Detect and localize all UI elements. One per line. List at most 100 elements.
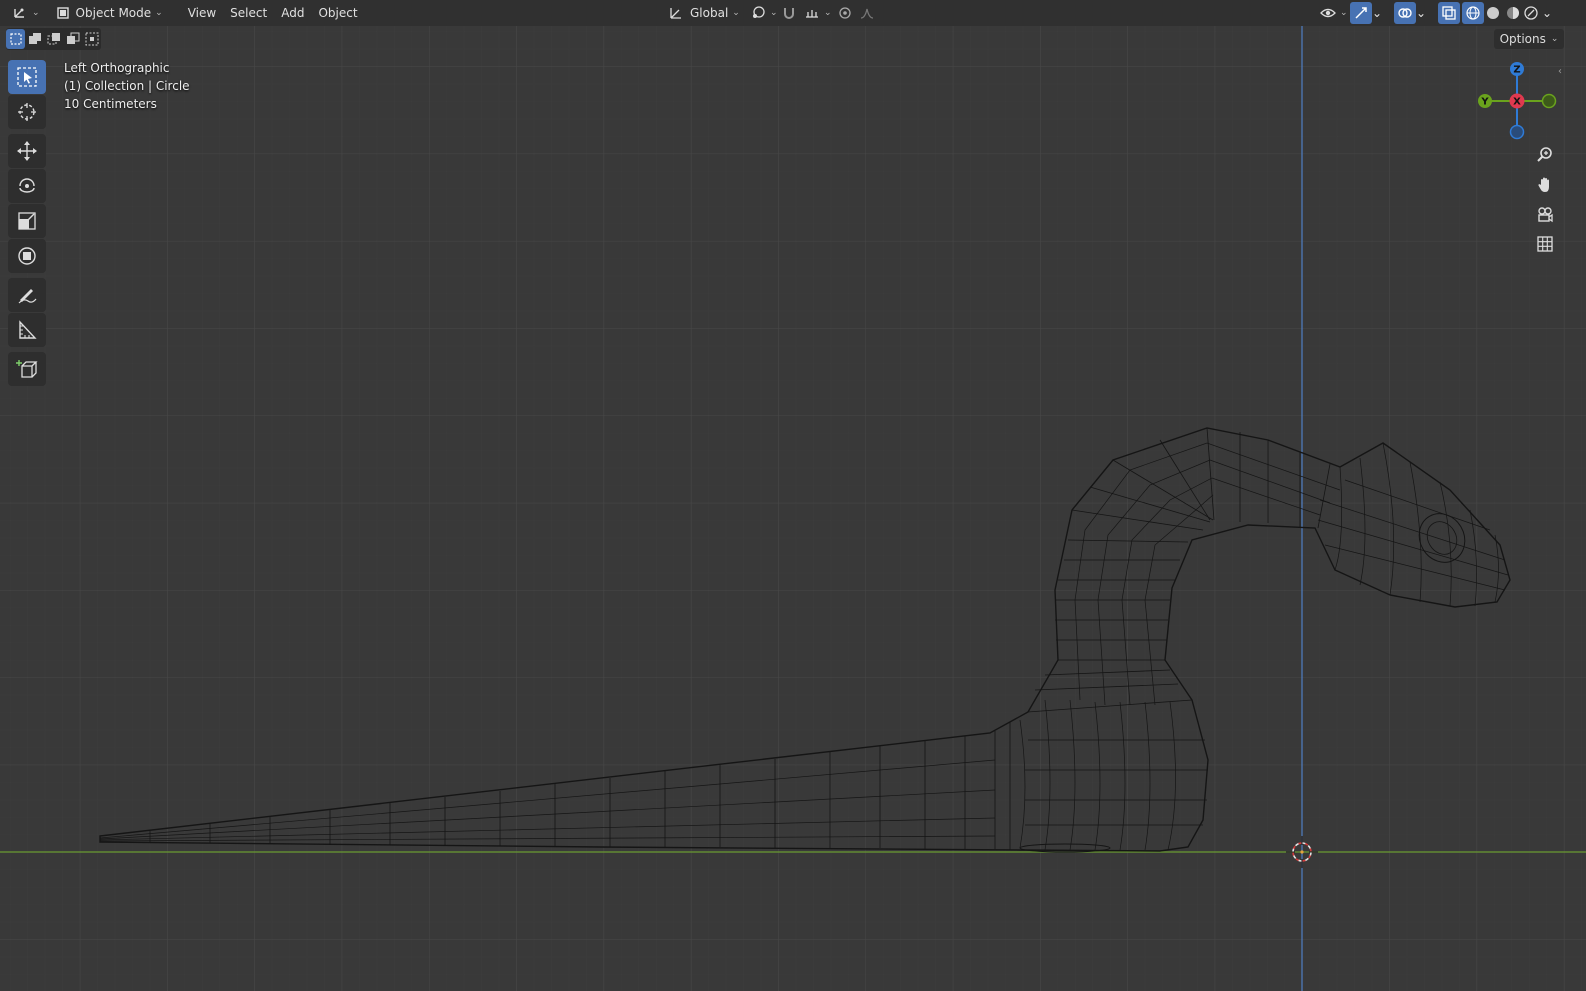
select-subtract-button[interactable] bbox=[44, 29, 63, 49]
gizmo-x-label: X bbox=[1513, 97, 1521, 108]
projection-toggle-button[interactable] bbox=[1532, 231, 1558, 257]
pan-button[interactable] bbox=[1532, 172, 1558, 198]
select-new-icon bbox=[9, 33, 22, 45]
tool-move[interactable] bbox=[8, 134, 46, 168]
chevron-down-icon: ⌄ bbox=[732, 8, 740, 18]
overlays-dropdown[interactable]: ⌄ bbox=[1414, 2, 1428, 24]
chevron-down-icon: ⌄ bbox=[1550, 34, 1559, 44]
tool-measure[interactable] bbox=[8, 313, 46, 347]
tool-add-cube[interactable] bbox=[8, 352, 46, 386]
transform-icon bbox=[18, 247, 36, 265]
overlays-icon bbox=[1398, 8, 1412, 18]
chevron-down-icon: ⌄ bbox=[1415, 6, 1427, 20]
object-mode-icon bbox=[56, 7, 69, 19]
proportional-edit-toggle[interactable] bbox=[834, 2, 856, 24]
chevron-down-icon: ⌄ bbox=[1541, 6, 1553, 20]
proportional-falloff-dropdown[interactable] bbox=[856, 2, 878, 24]
select-invert-icon bbox=[66, 32, 79, 44]
falloff-curve-icon bbox=[860, 8, 874, 19]
wireframe-shading-button[interactable] bbox=[1462, 2, 1484, 24]
grid-scale: 10 Centimeters bbox=[64, 97, 157, 111]
tool-select-box[interactable] bbox=[8, 60, 46, 94]
chevron-down-icon: ⌄ bbox=[1340, 8, 1348, 18]
visibility-dropdown[interactable]: ⌄ bbox=[1314, 2, 1354, 24]
proportional-edit-icon bbox=[839, 7, 851, 19]
mode-dropdown[interactable]: Object Mode ⌄ bbox=[49, 2, 169, 24]
transform-orientation-dropdown[interactable]: Global ⌄ bbox=[662, 2, 746, 24]
tool-scale[interactable] bbox=[8, 204, 46, 238]
snap-toggle[interactable] bbox=[778, 2, 800, 24]
options-label: Options bbox=[1499, 32, 1546, 46]
rendered-shading-button[interactable] bbox=[1520, 2, 1542, 24]
menu-object[interactable]: Object bbox=[311, 2, 364, 24]
annotate-pencil-icon bbox=[18, 289, 37, 304]
viewport-info: Left Orthographic (1) Collection | Circl… bbox=[64, 59, 190, 113]
tool-cursor[interactable] bbox=[8, 95, 46, 129]
header-bar: ⌄ Object Mode ⌄ View Select Add Object G… bbox=[0, 0, 1586, 26]
select-extend-button[interactable] bbox=[25, 29, 44, 49]
select-mode-strip bbox=[6, 28, 101, 50]
snap-magnet-icon bbox=[784, 8, 794, 19]
pivot-point-icon bbox=[753, 6, 765, 18]
3d-viewport[interactable] bbox=[0, 26, 1586, 991]
gizmo-dropdown[interactable]: ⌄ bbox=[1370, 2, 1384, 24]
select-intersect-button[interactable] bbox=[82, 29, 101, 49]
mode-label: Object Mode bbox=[75, 6, 152, 20]
editor-type-button[interactable]: ⌄ bbox=[0, 2, 44, 24]
add-cube-icon bbox=[16, 360, 38, 378]
tool-shelf bbox=[8, 60, 48, 387]
orientation-icon bbox=[670, 8, 681, 19]
menu-select[interactable]: Select bbox=[223, 2, 274, 24]
3d-viewport-icon bbox=[14, 8, 24, 18]
zoom-button[interactable] bbox=[1532, 142, 1558, 168]
gizmo-z-label: Z bbox=[1513, 65, 1520, 76]
collection-info: (1) Collection | Circle bbox=[64, 79, 190, 93]
chevron-down-icon: ⌄ bbox=[770, 8, 778, 18]
gizmo-icon bbox=[1355, 7, 1367, 19]
measure-ruler-icon bbox=[19, 320, 37, 339]
scale-icon bbox=[18, 212, 36, 230]
chevron-down-icon: ⌄ bbox=[155, 8, 163, 18]
camera-view-button[interactable] bbox=[1532, 202, 1558, 228]
viewport-grid bbox=[0, 26, 1586, 991]
tool-transform[interactable] bbox=[8, 239, 46, 273]
material-sphere-icon bbox=[1507, 7, 1519, 19]
gizmo-y-label: Y bbox=[1480, 97, 1489, 108]
select-intersect-icon bbox=[85, 32, 98, 46]
camera-icon bbox=[1538, 207, 1553, 223]
gizmo-neg-y-axis[interactable] bbox=[1541, 93, 1557, 109]
tool-annotate[interactable] bbox=[8, 278, 46, 312]
select-extend-icon bbox=[28, 33, 41, 44]
zoom-magnifier-icon bbox=[1537, 147, 1552, 162]
gizmo-neg-z-axis[interactable] bbox=[1509, 124, 1525, 140]
shading-dropdown[interactable]: ⌄ bbox=[1540, 2, 1554, 24]
tool-rotate[interactable] bbox=[8, 169, 46, 203]
chevron-down-icon: ⌄ bbox=[32, 8, 40, 18]
wireframe-sphere-icon bbox=[1466, 6, 1480, 20]
snap-increment-icon bbox=[806, 10, 818, 18]
sidebar-expand-icon[interactable]: ‹ bbox=[1558, 66, 1562, 77]
select-box-icon bbox=[17, 67, 37, 87]
gizmo-toggle[interactable] bbox=[1350, 2, 1372, 24]
move-icon bbox=[17, 141, 37, 161]
grid-icon bbox=[1537, 236, 1553, 252]
select-invert-button[interactable] bbox=[63, 29, 82, 49]
xray-toggle[interactable] bbox=[1438, 2, 1460, 24]
navigation-gizmo[interactable]: Z Y X bbox=[1478, 60, 1558, 144]
hand-icon bbox=[1538, 177, 1549, 192]
rendered-sphere-icon bbox=[1524, 6, 1538, 20]
select-new-button[interactable] bbox=[6, 29, 25, 49]
options-dropdown[interactable]: Options ⌄ bbox=[1494, 29, 1564, 49]
chevron-down-icon: ⌄ bbox=[824, 8, 832, 18]
menu-view[interactable]: View bbox=[181, 2, 223, 24]
rotate-icon bbox=[19, 178, 35, 193]
solid-sphere-icon bbox=[1487, 7, 1499, 19]
orientation-label: Global bbox=[690, 6, 729, 20]
overlays-toggle[interactable] bbox=[1394, 2, 1416, 24]
snap-target-dropdown[interactable]: ⌄ bbox=[798, 2, 838, 24]
eye-icon bbox=[1320, 8, 1336, 18]
solid-shading-button[interactable] bbox=[1482, 2, 1504, 24]
cursor-icon bbox=[18, 103, 36, 121]
menu-add[interactable]: Add bbox=[274, 2, 311, 24]
chevron-down-icon: ⌄ bbox=[1371, 6, 1383, 20]
